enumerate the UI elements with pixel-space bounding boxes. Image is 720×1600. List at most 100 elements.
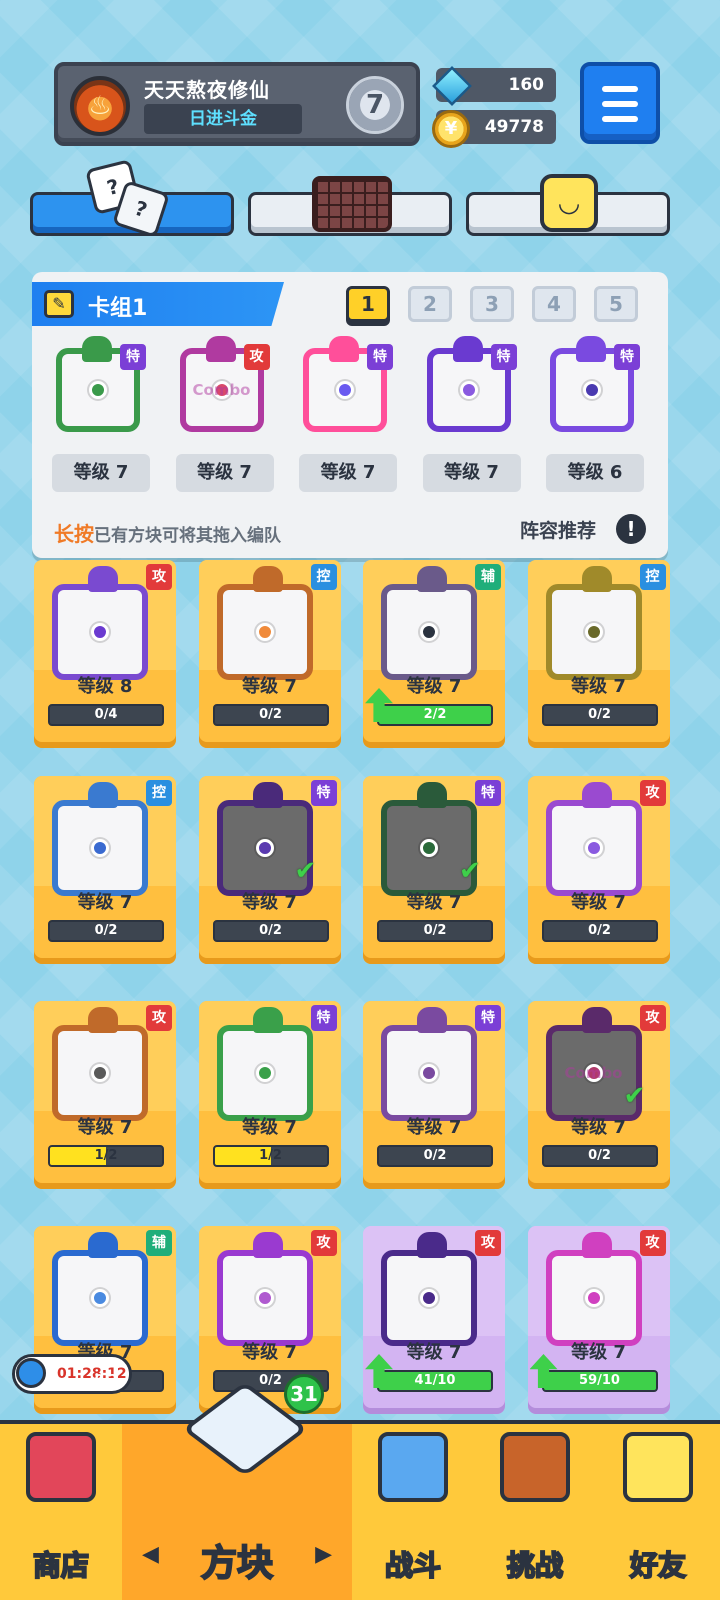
card-die: 攻 bbox=[528, 1226, 670, 1346]
progress-text: 0/4 bbox=[94, 707, 118, 722]
card-die: 特 bbox=[199, 1001, 341, 1121]
nav-challenge-label: 挑战 bbox=[506, 1548, 564, 1583]
dragon-ornament bbox=[417, 566, 447, 592]
collection-card[interactable]: 特 ✔ 等级 7 0/2 bbox=[363, 776, 505, 964]
die-type-tag: 特 bbox=[367, 344, 393, 370]
deck-tab-3[interactable]: 3 bbox=[470, 286, 514, 322]
die-pip bbox=[89, 381, 107, 399]
collection-card[interactable]: 辅等级 7 2/2 bbox=[363, 560, 505, 748]
check-icon: ✔ bbox=[459, 856, 481, 886]
stopwatch-icon bbox=[16, 1358, 46, 1388]
card-level: 等级 7 bbox=[242, 892, 297, 913]
collection-card[interactable]: 控等级 7 0/2 bbox=[198, 560, 341, 748]
card-die: 攻 bbox=[199, 1226, 341, 1346]
die-pip bbox=[584, 1289, 603, 1307]
card-level: 等级 8 bbox=[77, 676, 133, 697]
menu-button[interactable] bbox=[580, 62, 660, 144]
die-face-label: Combo bbox=[192, 381, 251, 399]
die-type-tag: 攻 bbox=[639, 1230, 666, 1256]
bottom-nav: 商店 ◀ ▶ 方块 战斗 挑战 好友 bbox=[0, 1420, 720, 1600]
info-icon[interactable]: ! bbox=[616, 514, 646, 544]
deck-tab-4[interactable]: 4 bbox=[532, 286, 576, 322]
collection-card[interactable]: 控等级 7 0/2 bbox=[34, 776, 176, 964]
collection-card[interactable]: 攻等级 7 1/2 bbox=[34, 1001, 176, 1189]
collection-card[interactable]: 攻等级 7 0/2 bbox=[527, 776, 670, 964]
dice-icon: ?? bbox=[85, 159, 170, 238]
coin-icon: ¥ bbox=[432, 110, 470, 148]
card-die: 辅 bbox=[34, 1226, 176, 1346]
dragon-ornament bbox=[417, 1232, 447, 1258]
collection-card[interactable]: Combo 攻 ✔ 等级 7 0/2 bbox=[527, 1001, 670, 1189]
dragon-ornament bbox=[88, 1232, 118, 1258]
die-face bbox=[381, 1250, 477, 1346]
die-pip bbox=[336, 381, 354, 399]
collection-card[interactable]: 特 ✔ 等级 7 0/2 bbox=[198, 776, 341, 964]
deck-tab-1[interactable]: 1 bbox=[346, 286, 390, 322]
progress-text: 0/2 bbox=[259, 923, 282, 938]
die-pip bbox=[255, 1289, 274, 1307]
profile-card[interactable]: ♨ 天天熬夜修仙 日进斗金 7 bbox=[54, 62, 420, 146]
dragon-ornament bbox=[252, 782, 283, 808]
nav-shop[interactable]: 商店 bbox=[0, 1424, 122, 1600]
dragon-ornament bbox=[452, 336, 483, 362]
battle-icon bbox=[378, 1432, 448, 1502]
collection-card[interactable]: 攻等级 8 0/4 bbox=[34, 560, 176, 748]
die-type-tag: 攻 bbox=[146, 1005, 172, 1031]
dragon-ornament bbox=[252, 1232, 283, 1258]
die-pip bbox=[91, 1064, 109, 1082]
dragon-ornament bbox=[88, 566, 118, 592]
die-pip bbox=[420, 839, 438, 857]
collection-card[interactable]: 控等级 7 0/2 bbox=[527, 560, 670, 748]
card-progress-bar: 1/2 bbox=[212, 1145, 329, 1167]
pencil-icon[interactable]: ✎ bbox=[44, 290, 74, 318]
dragon-ornament bbox=[576, 336, 606, 362]
nav-battle-label: 战斗 bbox=[384, 1548, 442, 1583]
nav-friends[interactable]: 好友 bbox=[596, 1424, 720, 1600]
card-level: 等级 7 bbox=[242, 1342, 297, 1363]
deck-die-slot[interactable]: 特 bbox=[540, 336, 640, 440]
die-type-tag: 攻 bbox=[475, 1230, 501, 1256]
die-face bbox=[381, 584, 477, 680]
deck-die-slot[interactable]: 特 bbox=[417, 336, 517, 440]
nav-challenge[interactable]: 挑战 bbox=[474, 1424, 596, 1600]
die-face bbox=[381, 1025, 477, 1121]
deck-tab-5[interactable]: 5 bbox=[594, 286, 638, 322]
board-icon bbox=[312, 176, 392, 232]
deck-header[interactable]: ✎ 卡组1 bbox=[32, 282, 284, 326]
deck-hint: 长按已有方块可将其拖入编队 bbox=[54, 518, 281, 547]
dragon-ornament bbox=[417, 1007, 447, 1033]
die-type-tag: 辅 bbox=[475, 564, 501, 590]
deck-name: 卡组1 bbox=[88, 296, 148, 321]
collection-card[interactable]: 特等级 7 0/2 bbox=[363, 1001, 505, 1189]
die-pip bbox=[91, 1289, 109, 1307]
progress-text: 0/2 bbox=[423, 1148, 447, 1163]
die-face bbox=[216, 1025, 313, 1121]
deck-die-slot[interactable]: 特 bbox=[293, 336, 393, 440]
dragon-ornament bbox=[88, 1007, 118, 1033]
die-type-tag: 攻 bbox=[310, 1230, 337, 1256]
progress-text: 0/2 bbox=[423, 923, 447, 938]
collection-card[interactable]: 攻等级 7 59/10 bbox=[527, 1226, 670, 1414]
card-die: 攻 bbox=[363, 1226, 505, 1346]
nav-dice-label: 方块 bbox=[200, 1542, 274, 1585]
card-level: 等级 7 bbox=[571, 892, 626, 913]
card-die: 攻 bbox=[528, 776, 670, 896]
die-face bbox=[216, 584, 313, 680]
die-pip bbox=[255, 1064, 274, 1082]
die-face bbox=[52, 800, 148, 896]
rank-badge[interactable]: 7 bbox=[346, 76, 404, 134]
deck-die-level: 等级 7 bbox=[299, 454, 397, 492]
collection-card[interactable]: 特等级 7 1/2 bbox=[198, 1001, 341, 1189]
recommend-button[interactable]: 阵容推荐 bbox=[520, 516, 596, 543]
card-progress-bar: 0/2 bbox=[212, 920, 329, 942]
die-type-tag: 攻 bbox=[243, 344, 270, 370]
shop-icon bbox=[26, 1432, 96, 1502]
deck-die-slot[interactable]: 特 bbox=[46, 336, 146, 440]
card-level: 等级 7 bbox=[242, 676, 297, 697]
nav-battle[interactable]: 战斗 bbox=[352, 1424, 474, 1600]
dragon-ornament bbox=[581, 1232, 612, 1258]
nav-shop-label: 商店 bbox=[32, 1548, 90, 1583]
collection-card[interactable]: 攻等级 7 41/10 bbox=[363, 1226, 505, 1414]
deck-die-slot[interactable]: Combo 攻 bbox=[170, 336, 270, 440]
deck-tab-2[interactable]: 2 bbox=[408, 286, 452, 322]
